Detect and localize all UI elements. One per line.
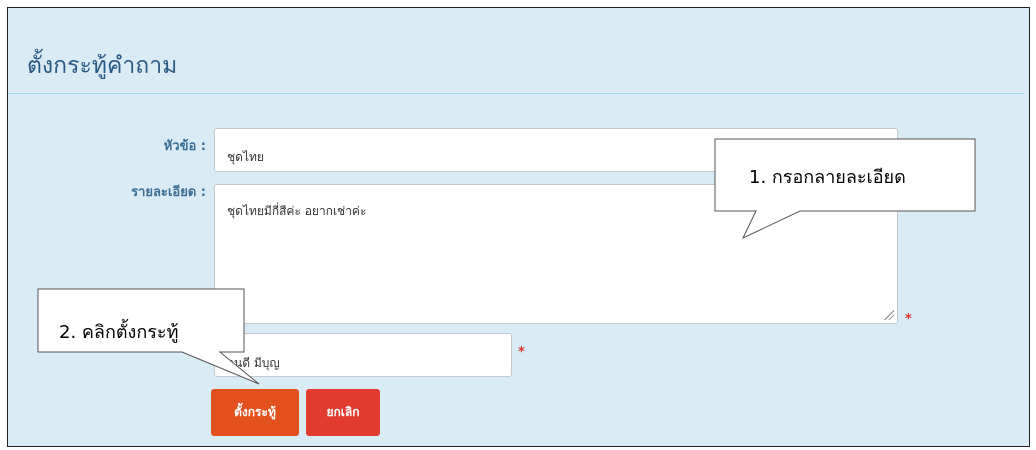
callout-step2-text: 2. คลิกตั้งกระทู้ <box>59 322 179 343</box>
callout-step1-text: 1. กรอกลายละเอียด <box>749 167 906 188</box>
callout-overlay <box>37 138 976 385</box>
